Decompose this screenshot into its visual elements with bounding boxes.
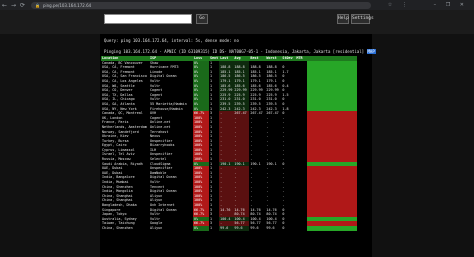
go-button[interactable]: Go (196, 14, 208, 24)
cell-avg: 99.6 (233, 225, 250, 231)
cell-sent: 1 (210, 225, 213, 230)
forward-icon[interactable]: → (9, 2, 18, 9)
mtr-link[interactable] (295, 226, 307, 231)
page: Go Help Settings Query: ping 103.164.172… (0, 10, 474, 257)
cell-isp: Aliyun (150, 225, 163, 230)
browser-extras-icon[interactable]: ☆ ⋮ (388, 2, 411, 8)
help-button[interactable]: Help (337, 14, 349, 24)
cell-last: 99.6 (219, 225, 234, 231)
results-panel: Query: ping 103.164.172.64, interval: 5s… (100, 34, 376, 257)
reload-icon[interactable]: ⟳ (18, 2, 27, 9)
cell-loc: Netherlands, Amsterdam (102, 124, 147, 129)
ping-target-line: Pinging 103.164.172.64 - APNIC (ID 63109… (104, 49, 376, 54)
lock-icon: 🔒 (35, 2, 40, 8)
browser-toolbar: ← → ⟳ 🔒 ping.pe/103.164.172.64 ☆ ⋮ – ❐ ✕ (0, 0, 474, 10)
cell-stdev: 0 (282, 225, 285, 230)
cell-loc: China, Shenzhen (102, 225, 133, 230)
window-controls[interactable]: – ❐ ✕ (434, 2, 468, 8)
address-bar[interactable]: 🔒 ping.pe/103.164.172.64 (31, 1, 371, 9)
back-icon[interactable]: ← (0, 2, 9, 9)
query-input[interactable] (104, 14, 192, 24)
column-header[interactable]: Sent (209, 56, 220, 61)
query-summary: Query: ping 103.164.172.64, interval: 5s… (104, 38, 239, 43)
status-bar (307, 225, 358, 231)
map-link[interactable]: MAP (366, 49, 376, 54)
ping-results-table: Location ISP Loss Sent Last Avg Best Worst StDev… (101, 56, 358, 231)
ping-target-text: Pinging 103.164.172.64 - APNIC (ID 63109… (104, 49, 365, 54)
table-row: China, Shenzhen Aliyun 0% 1 99.6 99.6 99.6 99.6… (101, 225, 358, 231)
settings-button[interactable]: Settings (351, 14, 374, 24)
cell-loss: 0% (193, 225, 209, 231)
cell-loc: USA, CA, Los Angeles (102, 78, 143, 83)
cell-best: 99.6 (250, 225, 259, 230)
cell-isp: 55 Marietta/Hadmin (150, 101, 187, 106)
cell-worst: 99.6 (266, 225, 275, 230)
address-text: ping.pe/103.164.172.64 (43, 2, 92, 8)
top-bar: Go Help Settings (0, 10, 474, 34)
